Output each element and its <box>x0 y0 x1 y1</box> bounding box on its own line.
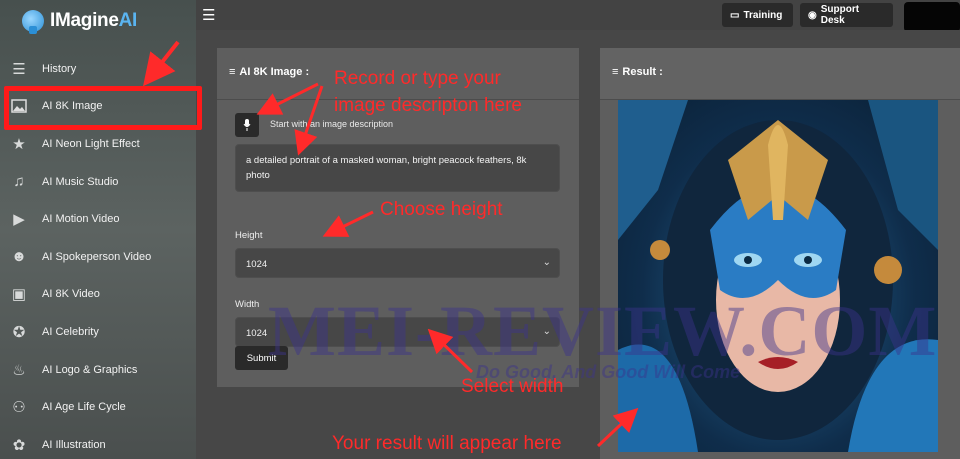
list-icon: ☰ <box>12 60 26 78</box>
image-icon <box>10 97 28 115</box>
palette-icon: ✿ <box>12 436 26 454</box>
sidebar-item-ai-music-studio[interactable]: ♫ AI Music Studio <box>0 163 196 201</box>
people-icon: ⚇ <box>12 399 26 417</box>
sidebar-item-label: AI Spokeperson Video <box>42 250 152 263</box>
video-icon: ▣ <box>11 286 27 304</box>
description-input[interactable]: a detailed portrait of a masked woman, b… <box>235 144 560 192</box>
laptop-icon: ▭ <box>730 9 740 21</box>
list-icon: ≡ <box>229 66 236 78</box>
music-icon: ♫ <box>13 173 25 191</box>
result-header: ≡ Result : <box>600 48 960 100</box>
sidebar-item-label: AI Neon Light Effect <box>42 137 140 150</box>
result-image[interactable] <box>618 100 938 452</box>
sidebar-item-label: AI Age Life Cycle <box>42 401 126 414</box>
sidebar-item-ai-spokeperson-video[interactable]: ☻ AI Spokeperson Video <box>0 238 196 276</box>
annotation-width: Select width <box>461 376 564 397</box>
topbar: ☰ ▭ Training ◉ Support Desk <box>196 0 960 32</box>
height-select[interactable]: 1024 ⌄ <box>235 248 560 278</box>
play-icon: ▶ <box>13 211 25 229</box>
main-content: ≡ AI 8K Image : Start with an image desc… <box>196 30 960 459</box>
sidebar-item-history[interactable]: ☰ History <box>0 50 196 88</box>
person-icon: ☻ <box>11 248 27 266</box>
sidebar-item-label: AI 8K Image <box>42 100 103 113</box>
height-label: Height <box>235 230 263 241</box>
app-logo[interactable]: IMagineAI <box>22 10 138 34</box>
logo-icon <box>22 10 44 34</box>
support-desk-button[interactable]: ◉ Support Desk <box>800 3 893 27</box>
sidebar-nav: ☰ History AI 8K Image ★ AI Neon Light Ef… <box>0 50 196 459</box>
width-label: Width <box>235 299 260 310</box>
sidebar-item-label: AI Logo & Graphics <box>42 363 138 376</box>
logo-text: IMagineAI <box>50 10 138 31</box>
microphone-button[interactable] <box>235 113 259 137</box>
sidebar-item-label: AI 8K Video <box>42 288 100 301</box>
sidebar-item-ai-motion-video[interactable]: ▶ AI Motion Video <box>0 200 196 238</box>
support-icon: ◉ <box>808 9 817 21</box>
list-icon: ≡ <box>612 66 619 78</box>
width-select[interactable]: 1024 ⌄ <box>235 317 560 347</box>
submit-button[interactable]: Submit <box>235 346 288 370</box>
mic-label: Start with an image description <box>270 119 394 129</box>
celebrity-star-icon: ✪ <box>12 323 26 341</box>
annotation-result: Your result will appear here <box>332 433 562 454</box>
result-card: ≡ Result : <box>600 48 960 459</box>
sidebar: IMagineAI ☰ History AI 8K Image ★ AI Neo… <box>0 0 196 459</box>
sidebar-item-label: AI Celebrity <box>42 325 99 338</box>
account-menu[interactable] <box>904 2 960 32</box>
sidebar-item-label: AI Music Studio <box>42 175 119 188</box>
training-button[interactable]: ▭ Training <box>722 3 793 27</box>
sidebar-item-ai-neon-light-effect[interactable]: ★ AI Neon Light Effect <box>0 125 196 163</box>
sidebar-item-ai-celebrity[interactable]: ✪ AI Celebrity <box>0 313 196 351</box>
sidebar-item-ai-illustration[interactable]: ✿ AI Illustration <box>0 426 196 459</box>
masked-woman-portrait <box>618 100 938 452</box>
chevron-down-icon: ⌄ <box>542 257 551 268</box>
sidebar-item-ai-8k-image[interactable]: AI 8K Image <box>0 88 196 126</box>
menu-icon[interactable]: ☰ <box>202 6 215 24</box>
fire-icon: ♨ <box>12 361 26 379</box>
sidebar-item-ai-age-life-cycle[interactable]: ⚇ AI Age Life Cycle <box>0 388 196 426</box>
sidebar-item-ai-logo-graphics[interactable]: ♨ AI Logo & Graphics <box>0 351 196 389</box>
sidebar-item-label: History <box>42 62 77 75</box>
annotation-height: Choose height <box>380 199 503 220</box>
star-icon: ★ <box>12 135 26 153</box>
sidebar-item-ai-8k-video[interactable]: ▣ AI 8K Video <box>0 276 196 314</box>
annotation-record: Record or type your <box>334 68 501 89</box>
chevron-down-icon: ⌄ <box>542 326 551 337</box>
annotation-record-2: image descripton here <box>334 95 522 116</box>
sidebar-item-label: AI Illustration <box>42 438 106 451</box>
sidebar-item-label: AI Motion Video <box>42 213 120 226</box>
microphone-icon <box>243 119 251 131</box>
